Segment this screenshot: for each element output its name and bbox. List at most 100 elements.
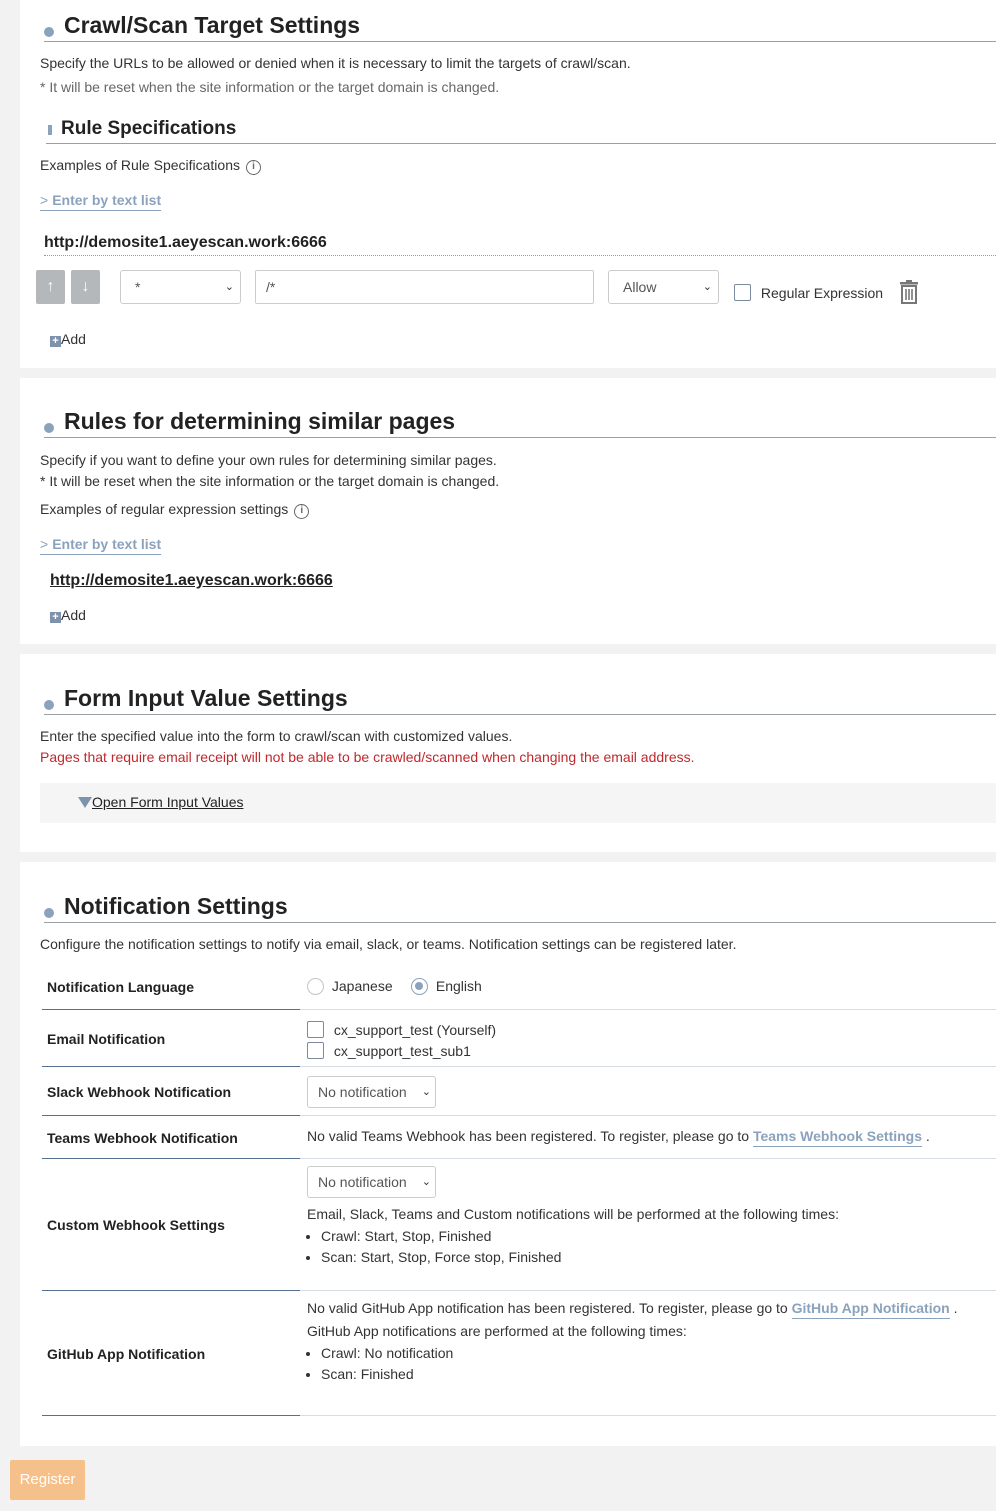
add-label: Add [61,607,86,623]
email-row: Email Notification cx_support_test (Your… [42,1011,996,1067]
select-value: No notification [318,1174,407,1190]
info-icon[interactable]: i [246,160,261,175]
list-item: Scan: Start, Stop, Force stop, Finished [321,1247,839,1268]
custom-times-list: Crawl: Start, Stop, Finished Scan: Start… [307,1226,839,1268]
chevron-right-icon: > [40,192,49,208]
open-form-values-label: Open Form Input Values [92,794,244,810]
text-list-label: Enter by text list [52,536,162,552]
text-list-label: Enter by text list [52,192,162,208]
plus-icon: + [50,612,61,623]
select-value: No notification [318,1084,407,1100]
row-value: No valid GitHub App notification has bee… [307,1292,996,1415]
trash-icon[interactable] [900,280,918,304]
site-url-link[interactable]: http://demosite1.aeyescan.work:6666 [50,572,333,590]
info-icon[interactable]: i [294,504,310,519]
teams-message: No valid Teams Webhook has been register… [307,1128,930,1147]
bullet-icon [44,700,54,710]
crawl-target-card: Crawl/Scan Target Settings Specify the U… [20,0,996,368]
email-checkbox-2[interactable]: cx_support_test_sub1 [307,1042,471,1059]
register-button[interactable]: Register [10,1460,85,1500]
github-message: No valid GitHub App notification has bee… [307,1300,958,1319]
custom-webhook-row: Custom Webhook Settings No notification ⌄… [42,1160,996,1291]
regex-checkbox[interactable]: Regular Expression [734,284,883,301]
chevron-down-icon: ⌄ [421,1176,431,1188]
allow-deny-select[interactable]: Allow ⌄ [608,270,719,304]
radio-label: Japanese [331,978,393,994]
chevron-down-icon: ⌄ [224,281,234,293]
section-title: Form Input Value Settings [64,685,348,711]
row-label: GitHub App Notification [42,1292,300,1416]
github-block: No valid GitHub App notification has bee… [307,1300,958,1385]
radio-japanese[interactable]: Japanese [307,978,393,995]
action-value: Allow [623,279,657,295]
add-rule-button[interactable]: + Add [50,607,86,623]
plus-icon: + [50,336,61,347]
form-input-header: Form Input Value Settings [44,654,996,715]
checkbox-box[interactable] [307,1021,324,1038]
radio-circle[interactable] [307,978,324,995]
chevron-down-icon: ⌄ [421,1086,431,1098]
subsection-title: Rule Specifications [61,118,237,139]
rule-examples[interactable]: Examples of Rule Specifications i [40,157,261,175]
path-value: /* [266,279,276,295]
chevron-right-icon: > [40,536,49,552]
checkbox-box[interactable] [307,1042,324,1059]
similar-pages-card: Rules for determining similar pages Spec… [20,378,996,644]
row-label: Custom Webhook Settings [42,1160,300,1291]
triangle-down-icon [78,797,92,808]
slack-row: Slack Webhook Notification No notificati… [42,1068,996,1116]
checkbox-label: cx_support_test_sub1 [333,1043,471,1059]
github-times-text: GitHub App notifications are performed a… [307,1323,687,1339]
teams-text: No valid Teams Webhook has been register… [307,1128,750,1144]
slack-select[interactable]: No notification ⌄ [307,1076,436,1108]
site-url-row: http://demosite1.aeyescan.work:6666 [44,232,996,256]
radio-english[interactable]: English [411,978,482,995]
radio-label: English [435,978,482,994]
teams-webhook-settings-link[interactable]: Teams Webhook Settings [752,1128,923,1147]
section-description: Enter the specified value into the form … [40,728,513,744]
github-text: No valid GitHub App notification has bee… [307,1300,788,1316]
move-up-button[interactable]: ↑ [36,270,65,304]
email-checkbox-1[interactable]: cx_support_test (Yourself) [307,1021,496,1038]
site-url: http://demosite1.aeyescan.work:6666 [44,234,327,251]
regex-examples[interactable]: Examples of regular expression settings i [40,501,310,519]
github-times-list: Crawl: No notification Scan: Finished [307,1343,958,1385]
section-description: Specify if you want to define your own r… [40,452,497,468]
bullet-icon [44,908,54,918]
custom-times-block: Email, Slack, Teams and Custom notificat… [307,1206,839,1268]
row-label: Email Notification [42,1011,300,1067]
section-description: Specify the URLs to be allowed or denied… [40,55,631,71]
radio-circle[interactable] [411,978,428,995]
add-rule-button[interactable]: + Add [50,331,86,347]
teams-row: Teams Webhook Notification No valid Team… [42,1117,996,1159]
notification-header: Notification Settings [44,862,996,923]
github-app-notification-link[interactable]: GitHub App Notification [791,1300,950,1319]
row-value: No notification ⌄ [307,1068,996,1115]
email-warning: Pages that require email receipt will no… [40,749,695,765]
reset-note: * It will be reset when the site informa… [40,473,500,489]
path-input[interactable]: /* [255,270,594,304]
section-title: Notification Settings [64,893,288,919]
custom-webhook-select[interactable]: No notification ⌄ [307,1166,436,1198]
section-description: Configure the notification settings to n… [40,936,737,952]
open-form-values-toggle[interactable]: Open Form Input Values [78,794,243,810]
enter-by-text-list-link[interactable]: > Enter by text list [40,536,162,555]
similar-pages-header: Rules for determining similar pages [44,378,996,438]
bullet-icon [44,423,54,433]
regex-examples-label: Examples of regular expression settings [40,501,289,517]
rule-spec-header: Rule Specifications [46,117,996,144]
crawl-target-header: Crawl/Scan Target Settings [44,0,996,42]
row-label: Notification Language [42,965,300,1010]
regex-label: Regular Expression [760,285,884,301]
list-item: Crawl: No notification [321,1343,958,1364]
method-select[interactable]: * ⌄ [120,270,241,304]
list-item: Crawl: Start, Stop, Finished [321,1226,839,1247]
enter-by-text-list-link[interactable]: > Enter by text list [40,192,162,211]
row-label: Slack Webhook Notification [42,1068,300,1116]
row-value: No notification ⌄ Email, Slack, Teams and… [307,1160,996,1290]
move-down-button[interactable]: ↓ [71,270,100,304]
form-input-card: Form Input Value Settings Enter the spec… [20,654,996,852]
custom-times-text: Email, Slack, Teams and Custom notificat… [307,1206,839,1222]
language-row: Notification Language Japanese English [42,965,996,1010]
checkbox-box[interactable] [734,284,751,301]
